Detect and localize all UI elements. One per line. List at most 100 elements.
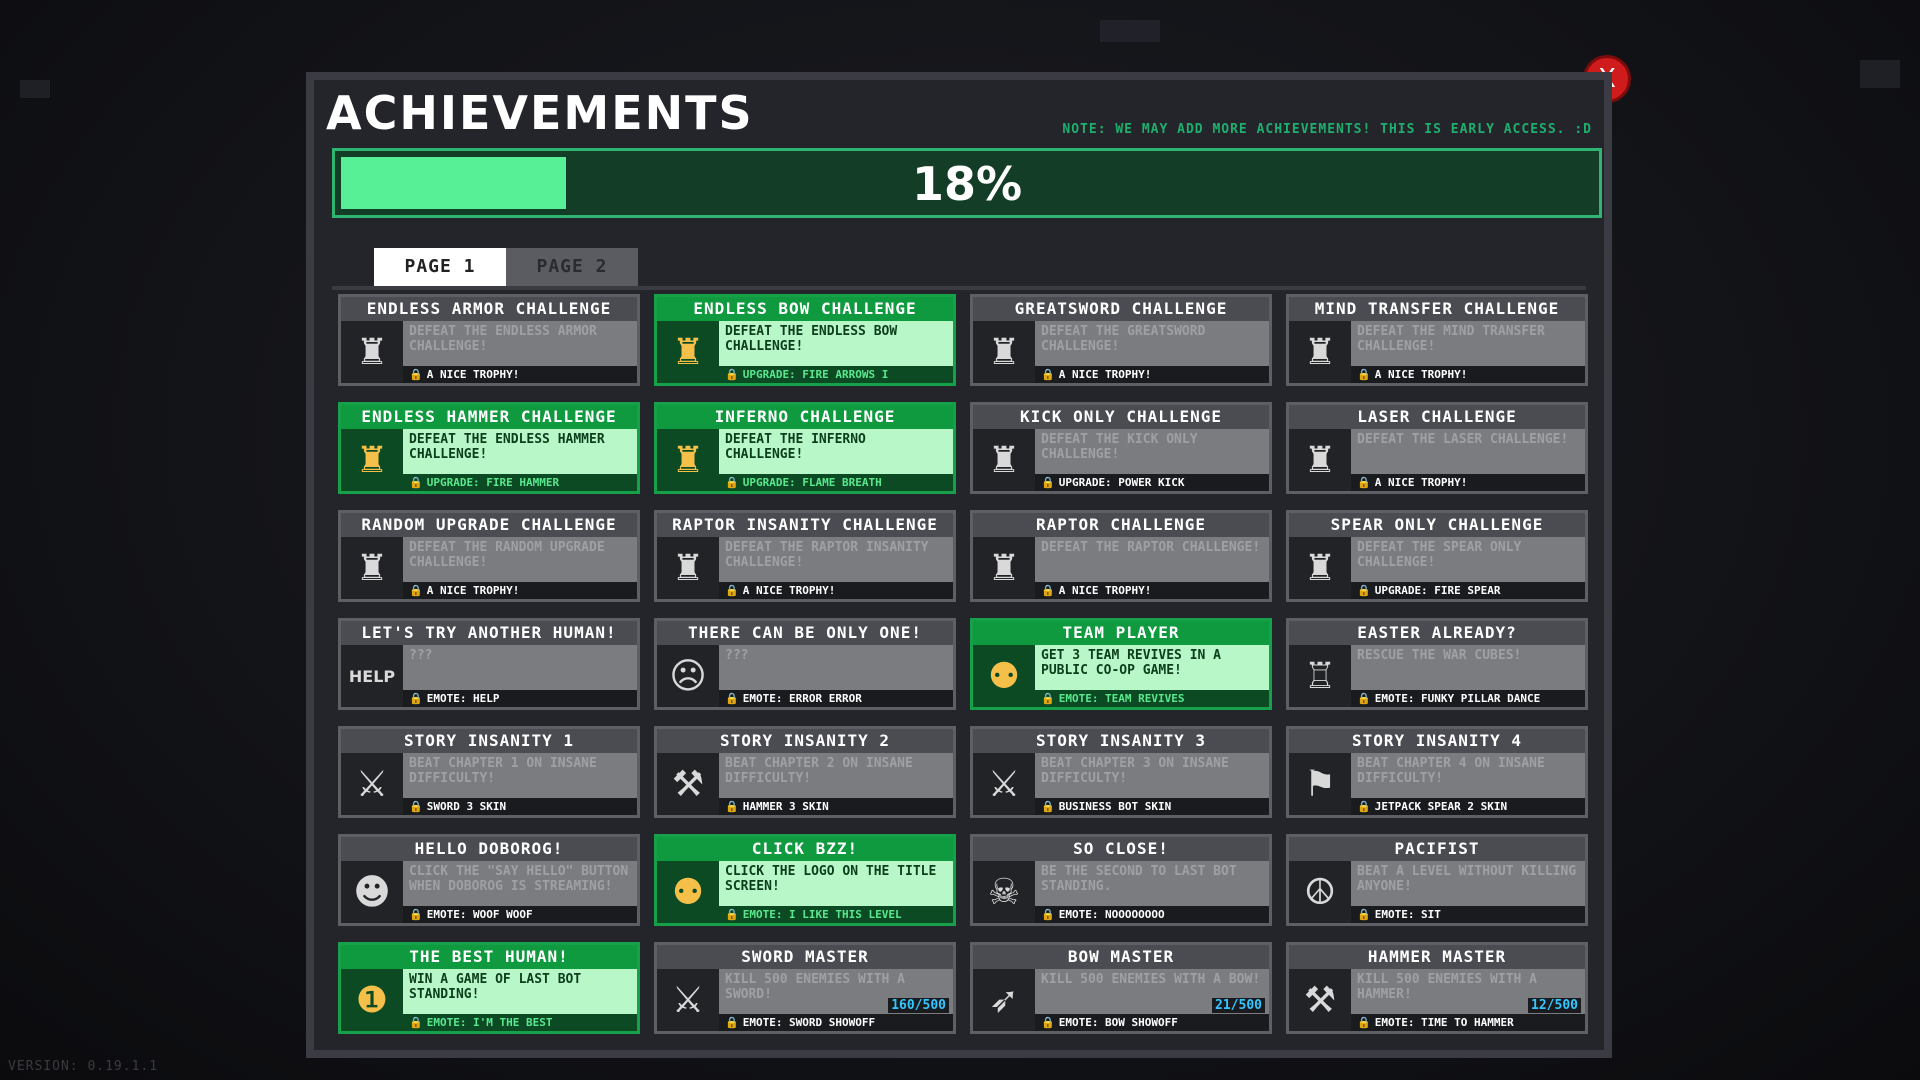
reward-label: EMOTE: SWORD SHOWOFF xyxy=(742,1016,876,1029)
lock-icon: 🔒 xyxy=(725,368,739,381)
achievement-title: LASER CHALLENGE xyxy=(1289,405,1585,429)
achievement-card[interactable]: SO CLOSE! ☠ BE THE SECOND TO LAST BOT STAN… xyxy=(970,834,1272,926)
pillar-icon: ♖ xyxy=(1303,655,1337,697)
dog-icon: ☻ xyxy=(353,871,391,913)
progress-percent: 18% xyxy=(911,157,1023,211)
lock-icon: 🔒 xyxy=(725,476,739,489)
achievement-card[interactable]: THE BEST HUMAN! ❶ WIN A GAME OF LAST BOT S… xyxy=(338,942,640,1034)
achievement-reward: 🔒 A NICE TROPHY! xyxy=(719,582,953,599)
reward-label: UPGRADE: FIRE SPEAR xyxy=(1374,584,1501,597)
achievement-card[interactable]: BOW MASTER ➶ KILL 500 ENEMIES WITH A BOW! 🔒… xyxy=(970,942,1272,1034)
achievement-description: BEAT CHAPTER 4 ON INSANE DIFFICULTY! xyxy=(1351,753,1585,798)
achievement-reward: 🔒 HAMMER 3 SKIN xyxy=(719,798,953,815)
trophy-icon: ♜ xyxy=(671,331,705,373)
achievement-card[interactable]: TEAM PLAYER ⚉ GET 3 TEAM REVIVES IN A PUBL… xyxy=(970,618,1272,710)
achievement-description: BEAT A LEVEL WITHOUT KILLING ANYONE! xyxy=(1351,861,1585,906)
achievement-title: THERE CAN BE ONLY ONE! xyxy=(657,621,953,645)
achievement-card[interactable]: RAPTOR INSANITY CHALLENGE ♜ DEFEAT THE RAP… xyxy=(654,510,956,602)
trophy-icon: ♜ xyxy=(987,331,1021,373)
achievement-card[interactable]: HELLO DOBOROG! ☻ CLICK THE "SAY HELLO" BUT… xyxy=(338,834,640,926)
achievement-description: GET 3 TEAM REVIVES IN A PUBLIC CO-OP GAM… xyxy=(1035,645,1269,690)
help-sign-icon: HELP xyxy=(348,666,396,686)
achievement-reward: 🔒 UPGRADE: FIRE SPEAR xyxy=(1351,582,1585,599)
lock-icon: 🔒 xyxy=(1357,800,1371,813)
achievement-description: CLICK THE LOGO ON THE TITLE SCREEN! xyxy=(719,861,953,906)
achievement-card[interactable]: LET'S TRY ANOTHER HUMAN! HELP??? 🔒 EMOTE: H… xyxy=(338,618,640,710)
bow-icon: ➶ xyxy=(988,979,1020,1021)
trophy-icon: ♜ xyxy=(987,547,1021,589)
achievement-description: BEAT CHAPTER 1 ON INSANE DIFFICULTY! xyxy=(403,753,637,798)
achievement-reward: 🔒 EMOTE: FUNKY PILLAR DANCE xyxy=(1351,690,1585,707)
tab-page-1[interactable]: PAGE 1 xyxy=(374,248,506,286)
tab-page-2[interactable]: PAGE 2 xyxy=(506,248,638,286)
achievement-reward: 🔒 EMOTE: TEAM REVIVES xyxy=(1035,690,1269,707)
page-title: ACHIEVEMENTS xyxy=(326,86,754,140)
reward-label: SWORD 3 SKIN xyxy=(426,800,507,813)
reward-label: A NICE TROPHY! xyxy=(1058,368,1152,381)
sword-icon: ⚔ xyxy=(671,979,705,1021)
achievement-reward: 🔒 UPGRADE: FIRE HAMMER xyxy=(403,474,637,491)
achievement-description: CLICK THE "SAY HELLO" BUTTON WHEN DOBORO… xyxy=(403,861,637,906)
early-access-note: NOTE: WE MAY ADD MORE ACHIEVEMENTS! THIS… xyxy=(1062,122,1592,137)
achievement-description: RESCUE THE WAR CUBES! xyxy=(1351,645,1585,690)
lock-icon: 🔒 xyxy=(1041,692,1055,705)
achievement-card[interactable]: STORY INSANITY 3 ⚔ BEAT CHAPTER 3 ON INSAN… xyxy=(970,726,1272,818)
achievement-card[interactable]: RAPTOR CHALLENGE ♜ DEFEAT THE RAPTOR CHALL… xyxy=(970,510,1272,602)
robot-falling-icon: ☠ xyxy=(987,871,1021,913)
achievement-description: DEFEAT THE ENDLESS BOW CHALLENGE! xyxy=(719,321,953,366)
ribbon-icon: ❶ xyxy=(355,979,389,1021)
reward-label: UPGRADE: FIRE ARROWS I xyxy=(742,368,889,381)
achievement-card[interactable]: KICK ONLY CHALLENGE ♜ DEFEAT THE KICK ONLY… xyxy=(970,402,1272,494)
reward-label: EMOTE: FUNKY PILLAR DANCE xyxy=(1374,692,1541,705)
achievement-card[interactable]: CLICK BZZ! ⚉ CLICK THE LOGO ON THE TITLE S… xyxy=(654,834,956,926)
achievement-card[interactable]: ENDLESS BOW CHALLENGE ♜ DEFEAT THE ENDLESS… xyxy=(654,294,956,386)
achievement-card[interactable]: GREATSWORD CHALLENGE ♜ DEFEAT THE GREATSWO… xyxy=(970,294,1272,386)
achievement-card[interactable]: HAMMER MASTER ⚒ KILL 500 ENEMIES WITH A HA… xyxy=(1286,942,1588,1034)
achievement-card[interactable]: ENDLESS ARMOR CHALLENGE ♜ DEFEAT THE ENDLE… xyxy=(338,294,640,386)
achievement-description: DEFEAT THE GREATSWORD CHALLENGE! xyxy=(1035,321,1269,366)
achievement-reward: 🔒 JETPACK SPEAR 2 SKIN xyxy=(1351,798,1585,815)
achievement-title: INFERNO CHALLENGE xyxy=(657,405,953,429)
trophy-icon: ♜ xyxy=(355,439,389,481)
achievement-title: RAPTOR CHALLENGE xyxy=(973,513,1269,537)
lock-icon: 🔒 xyxy=(409,908,423,921)
achievement-reward: 🔒 UPGRADE: FIRE ARROWS I xyxy=(719,366,953,383)
trophy-icon: ♜ xyxy=(671,547,705,589)
achievement-grid: ENDLESS ARMOR CHALLENGE ♜ DEFEAT THE ENDLE… xyxy=(338,290,1602,1034)
reward-label: JETPACK SPEAR 2 SKIN xyxy=(1374,800,1508,813)
trophy-icon: ♜ xyxy=(671,439,705,481)
achievement-card[interactable]: SWORD MASTER ⚔ KILL 500 ENEMIES WITH A SWO… xyxy=(654,942,956,1034)
achievement-card[interactable]: ENDLESS HAMMER CHALLENGE ♜ DEFEAT THE ENDL… xyxy=(338,402,640,494)
achievement-card[interactable]: STORY INSANITY 2 ⚒ BEAT CHAPTER 2 ON INSAN… xyxy=(654,726,956,818)
achievement-card[interactable]: STORY INSANITY 4 ⚑ BEAT CHAPTER 4 ON INSAN… xyxy=(1286,726,1588,818)
achievement-card[interactable]: PACIFIST ☮ BEAT A LEVEL WITHOUT KILLING AN… xyxy=(1286,834,1588,926)
achievement-description: DEFEAT THE RAPTOR INSANITY CHALLENGE! xyxy=(719,537,953,582)
robot-head-icon: ☹ xyxy=(669,655,707,697)
achievement-card[interactable]: LASER CHALLENGE ♜ DEFEAT THE LASER CHALLEN… xyxy=(1286,402,1588,494)
achievement-title: ENDLESS BOW CHALLENGE xyxy=(657,297,953,321)
achievement-description: DEFEAT THE LASER CHALLENGE! xyxy=(1351,429,1585,474)
achievement-card[interactable]: THERE CAN BE ONLY ONE! ☹??? 🔒 EMOTE: ERROR … xyxy=(654,618,956,710)
trophy-icon: ♜ xyxy=(355,547,389,589)
progress-bar: 18% xyxy=(332,148,1602,218)
achievement-description: BEAT CHAPTER 3 ON INSANE DIFFICULTY! xyxy=(1035,753,1269,798)
lock-icon: 🔒 xyxy=(725,908,739,921)
achievement-title: STORY INSANITY 4 xyxy=(1289,729,1585,753)
achievement-card[interactable]: SPEAR ONLY CHALLENGE ♜ DEFEAT THE SPEAR ON… xyxy=(1286,510,1588,602)
reward-label: EMOTE: WOOF WOOF xyxy=(426,908,533,921)
achievement-card[interactable]: EASTER ALREADY? ♖ RESCUE THE WAR CUBES! 🔒 EM… xyxy=(1286,618,1588,710)
achievement-card[interactable]: RANDOM UPGRADE CHALLENGE ♜ DEFEAT THE RAND… xyxy=(338,510,640,602)
achievement-title: SWORD MASTER xyxy=(657,945,953,969)
achievement-description: DEFEAT THE INFERNO CHALLENGE! xyxy=(719,429,953,474)
achievement-card[interactable]: MIND TRANSFER CHALLENGE ♜ DEFEAT THE MIND … xyxy=(1286,294,1588,386)
achievement-title: RAPTOR INSANITY CHALLENGE xyxy=(657,513,953,537)
achievement-title: CLICK BZZ! xyxy=(657,837,953,861)
achievement-card[interactable]: INFERNO CHALLENGE ♜ DEFEAT THE INFERNO CHA… xyxy=(654,402,956,494)
achievement-reward: 🔒 BUSINESS BOT SKIN xyxy=(1035,798,1269,815)
reward-label: UPGRADE: POWER KICK xyxy=(1058,476,1185,489)
lock-icon: 🔒 xyxy=(725,800,739,813)
background-block xyxy=(1100,20,1160,42)
achievement-reward: 🔒 EMOTE: I LIKE THIS LEVEL xyxy=(719,906,953,923)
achievement-reward: 🔒 EMOTE: SIT xyxy=(1351,906,1585,923)
achievement-card[interactable]: STORY INSANITY 1 ⚔ BEAT CHAPTER 1 ON INSAN… xyxy=(338,726,640,818)
